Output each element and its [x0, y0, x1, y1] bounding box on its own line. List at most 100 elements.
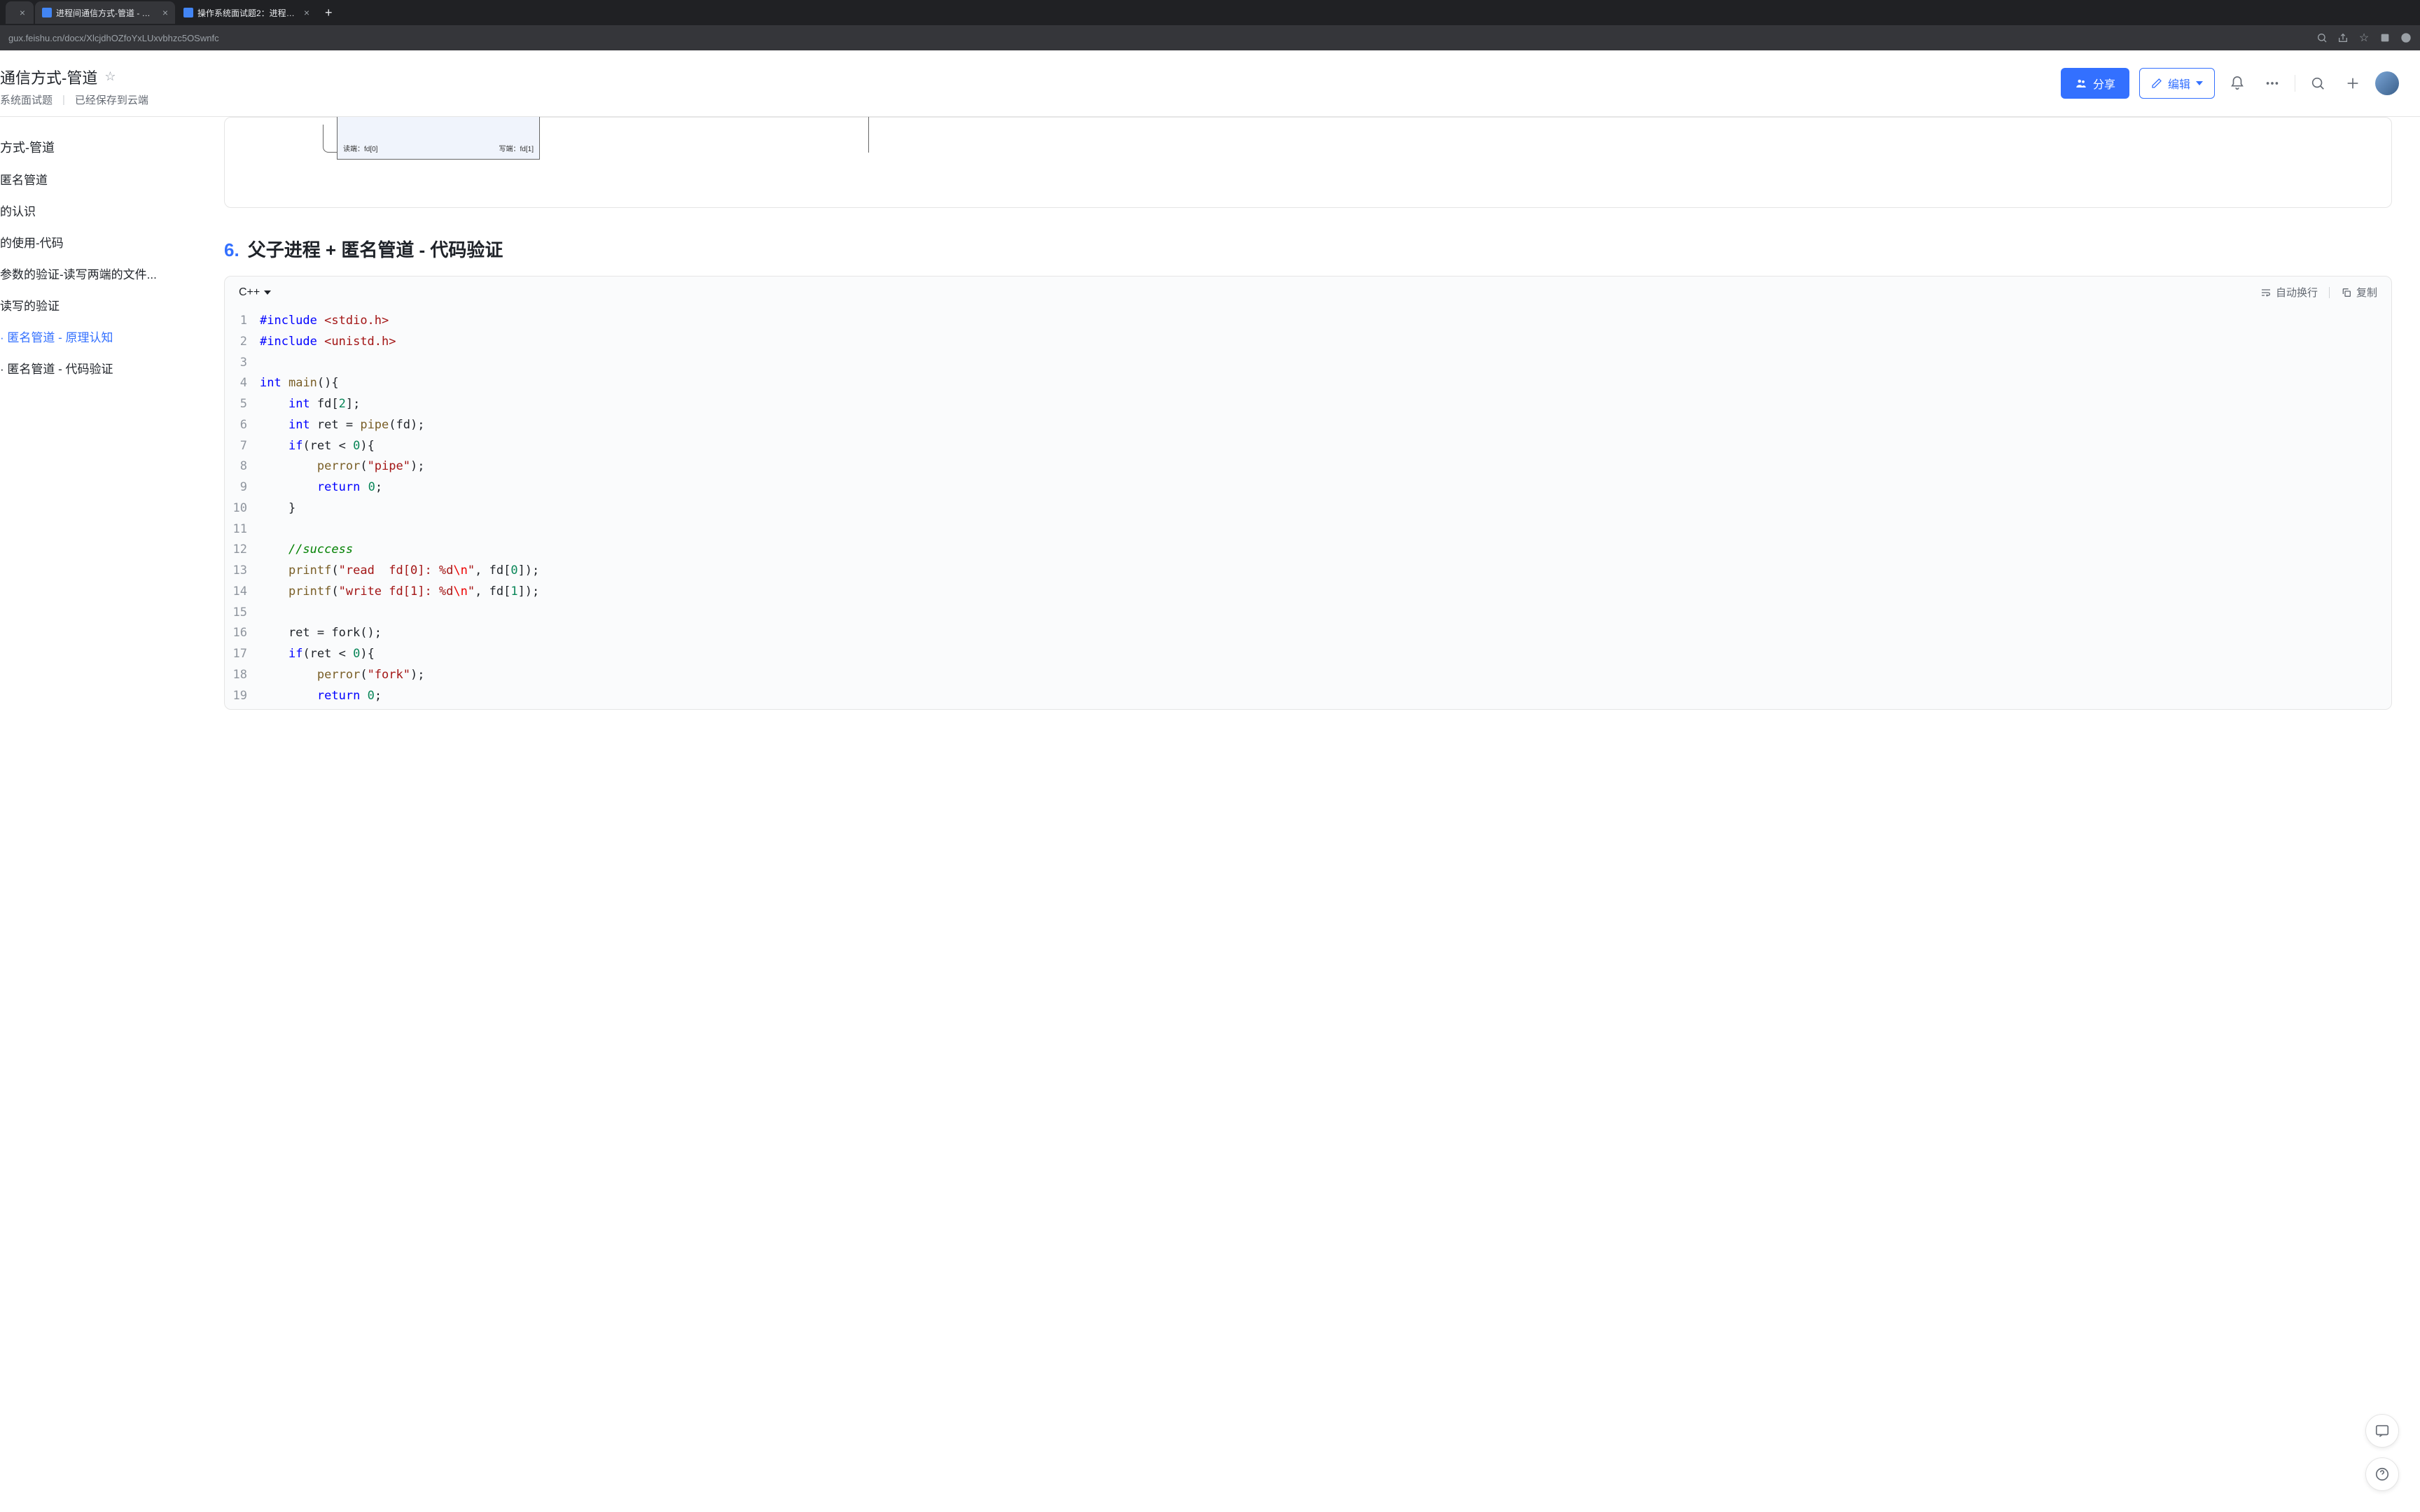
tab-close-icon[interactable]: ×: [20, 7, 25, 18]
code-line[interactable]: 18 perror("fork");: [225, 665, 2391, 686]
line-number: 19: [225, 686, 260, 707]
code-line[interactable]: 17 if(ret < 0){: [225, 644, 2391, 665]
tab-close-icon[interactable]: ×: [162, 7, 168, 18]
bookmark-star-icon[interactable]: ☆: [2358, 32, 2370, 43]
code-line[interactable]: 14 printf("write fd[1]: %d\n", fd[1]);: [225, 582, 2391, 603]
people-icon: [2075, 77, 2087, 90]
copy-icon: [2341, 287, 2352, 298]
line-number: 2: [225, 332, 260, 353]
code-line[interactable]: 13 printf("read fd[0]: %d\n", fd[0]);: [225, 561, 2391, 582]
line-number: 3: [225, 353, 260, 374]
main-layout: 方式-管道匿名管道的认识的使用-代码参数的验证-读写两端的文件...读写的验证·…: [0, 117, 2420, 1512]
diagram-container[interactable]: 读端：fd[0] 写端：fd[1]: [224, 117, 2392, 208]
section-heading: 6. 父子进程 + 匿名管道 - 代码验证: [224, 236, 2392, 262]
line-number: 12: [225, 540, 260, 561]
code-line[interactable]: 6 int ret = pipe(fd);: [225, 415, 2391, 436]
browser-tab-inactive[interactable]: 操作系统面试题2：进程间通信 ×: [176, 1, 317, 24]
wrap-icon: [2260, 287, 2272, 298]
new-tab-button[interactable]: +: [318, 6, 340, 20]
code-line[interactable]: 11: [225, 519, 2391, 540]
browser-tab-blank[interactable]: ×: [6, 1, 34, 24]
code-line[interactable]: 4int main(){: [225, 373, 2391, 394]
line-number: 7: [225, 436, 260, 457]
line-number: 11: [225, 519, 260, 540]
header-right: 分享 编辑: [2061, 68, 2399, 99]
user-avatar[interactable]: [2375, 71, 2399, 95]
help-button[interactable]: [2365, 1457, 2399, 1491]
extensions-icon[interactable]: [2379, 32, 2391, 43]
code-line[interactable]: 10 }: [225, 498, 2391, 519]
doc-category[interactable]: 系统面试题: [0, 92, 53, 107]
diagram-read-label: 读端：fd[0]: [343, 143, 377, 153]
code-line[interactable]: 2#include <unistd.h>: [225, 332, 2391, 353]
copy-button[interactable]: 复制: [2341, 285, 2377, 300]
add-icon[interactable]: [2340, 71, 2365, 96]
profile-icon[interactable]: [2400, 32, 2412, 43]
toc-item[interactable]: 的使用-代码: [0, 226, 196, 258]
line-code: [260, 353, 2391, 374]
line-code: int ret = pipe(fd);: [260, 415, 2391, 436]
url-text[interactable]: gux.feishu.cn/docx/XlcjdhOZfoYxLUxvbhzc5…: [8, 33, 219, 43]
line-code: printf("read fd[0]: %d\n", fd[0]);: [260, 561, 2391, 582]
toc-item[interactable]: 参数的验证-读写两端的文件...: [0, 258, 196, 289]
edit-button[interactable]: 编辑: [2139, 68, 2215, 99]
code-line[interactable]: 1#include <stdio.h>: [225, 311, 2391, 332]
tab-close-icon[interactable]: ×: [304, 7, 310, 18]
action-separator: [2329, 287, 2330, 298]
line-number: 8: [225, 456, 260, 477]
search-icon[interactable]: [2305, 71, 2330, 96]
code-language-selector[interactable]: C++: [239, 286, 271, 299]
line-code: int main(){: [260, 373, 2391, 394]
code-header: C++ 自动换行 复制: [225, 276, 2391, 308]
code-body[interactable]: 1#include <stdio.h>2#include <unistd.h>3…: [225, 308, 2391, 709]
floating-buttons: [2365, 1414, 2399, 1491]
browser-address-bar: gux.feishu.cn/docx/XlcjdhOZfoYxLUxvbhzc5…: [0, 25, 2420, 50]
line-number: 16: [225, 623, 260, 644]
notification-bell-icon[interactable]: [2225, 71, 2250, 96]
code-line[interactable]: 16 ret = fork();: [225, 623, 2391, 644]
doc-content: 读端：fd[0] 写端：fd[1] 6. 父子进程 + 匿名管道 - 代码验证 …: [196, 117, 2420, 1512]
line-code: if(ret < 0){: [260, 644, 2391, 665]
toc-item[interactable]: · 匿名管道 - 代码验证: [0, 352, 196, 384]
line-number: 17: [225, 644, 260, 665]
line-code: perror("fork");: [260, 665, 2391, 686]
code-line[interactable]: 8 perror("pipe");: [225, 456, 2391, 477]
line-code: int fd[2];: [260, 394, 2391, 415]
tab-favicon-icon: [183, 8, 193, 18]
meta-separator: |: [62, 94, 65, 106]
doc-title: 通信方式-管道: [0, 66, 97, 88]
browser-actions: ☆: [2316, 32, 2412, 43]
diagram-process-box: 读端：fd[0] 写端：fd[1]: [337, 117, 540, 160]
chevron-down-icon: [264, 290, 271, 295]
line-code: if(ret < 0){: [260, 436, 2391, 457]
share-icon[interactable]: [2337, 32, 2349, 43]
code-line[interactable]: 12 //success: [225, 540, 2391, 561]
line-code: return 0;: [260, 477, 2391, 498]
code-line[interactable]: 15: [225, 603, 2391, 624]
toc-item[interactable]: 的认识: [0, 195, 196, 226]
share-button[interactable]: 分享: [2061, 68, 2129, 99]
toc-item[interactable]: 方式-管道: [0, 131, 196, 163]
code-line[interactable]: 3: [225, 353, 2391, 374]
browser-tab-active[interactable]: 进程间通信方式-管道 - 飞书云 ×: [35, 1, 175, 24]
line-code: //success: [260, 540, 2391, 561]
line-number: 9: [225, 477, 260, 498]
doc-save-status: 已经保存到云端: [75, 92, 148, 107]
zoom-icon[interactable]: [2316, 32, 2328, 43]
code-line[interactable]: 7 if(ret < 0){: [225, 436, 2391, 457]
line-code: #include <unistd.h>: [260, 332, 2391, 353]
toc-item[interactable]: · 匿名管道 - 原理认知: [0, 321, 196, 352]
comments-button[interactable]: [2365, 1414, 2399, 1448]
toc-item[interactable]: 读写的验证: [0, 289, 196, 321]
word-wrap-button[interactable]: 自动换行: [2260, 285, 2318, 300]
favorite-star-icon[interactable]: ☆: [104, 69, 116, 84]
browser-tab-strip: × 进程间通信方式-管道 - 飞书云 × 操作系统面试题2：进程间通信 × +: [0, 0, 2420, 25]
more-menu-icon[interactable]: [2260, 71, 2285, 96]
code-line[interactable]: 5 int fd[2];: [225, 394, 2391, 415]
code-line[interactable]: 19 return 0;: [225, 686, 2391, 707]
header-left: 通信方式-管道 ☆ 系统面试题 | 已经保存到云端: [0, 60, 148, 107]
line-code: #include <stdio.h>: [260, 311, 2391, 332]
toc-sidebar: 方式-管道匿名管道的认识的使用-代码参数的验证-读写两端的文件...读写的验证·…: [0, 117, 196, 1512]
toc-item[interactable]: 匿名管道: [0, 163, 196, 195]
code-line[interactable]: 9 return 0;: [225, 477, 2391, 498]
